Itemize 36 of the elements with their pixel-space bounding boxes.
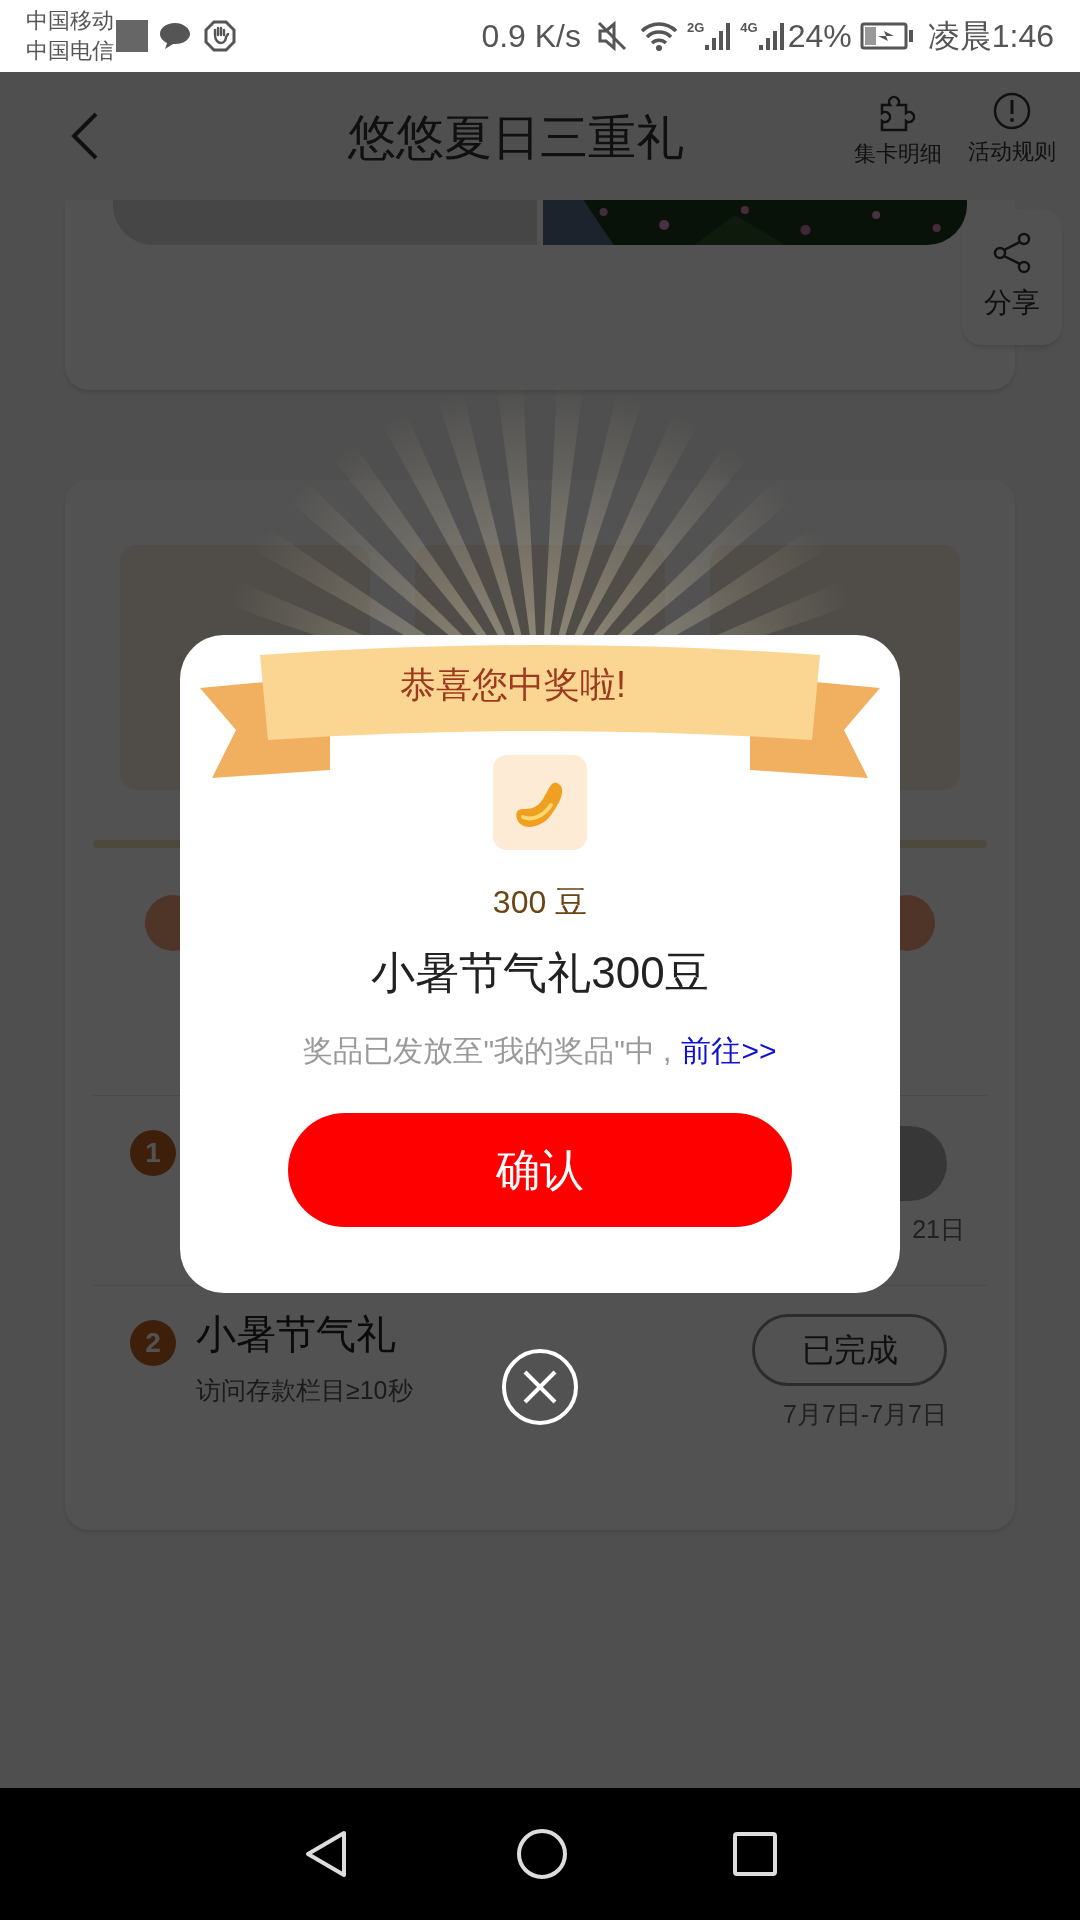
network-speed: 0.9 K/s — [481, 17, 581, 56]
battery-percent: 24% — [787, 17, 852, 56]
carrier-name: 中国电信 — [26, 37, 114, 65]
network-type-label: 2G — [687, 21, 705, 35]
task-title: 小暑节气礼 — [196, 1311, 397, 1358]
close-button[interactable] — [502, 1349, 578, 1425]
battery-charging-icon — [859, 22, 914, 50]
step-number: 1 — [130, 1130, 176, 1176]
step-number: 2 — [130, 1320, 176, 1366]
confirm-button[interactable]: 确认 — [288, 1113, 792, 1227]
header-action-button[interactable]: 活动规则 — [968, 90, 1056, 170]
chat-bubble-icon — [158, 21, 192, 51]
mute-icon — [595, 19, 629, 53]
header-action-button[interactable]: 集卡明细 — [854, 90, 942, 170]
network-type-label: 4G — [740, 21, 758, 35]
prize-name: 小暑节气礼300豆 — [371, 947, 709, 999]
clock-time: 凌晨1:46 — [927, 17, 1054, 56]
exclamation-circle-icon — [992, 90, 1032, 131]
prize-amount: 300 豆 — [492, 883, 588, 922]
wifi-icon — [639, 20, 679, 52]
home-circle-icon[interactable] — [516, 1828, 568, 1880]
share-button[interactable]: 分享 — [962, 210, 1062, 345]
share-icon — [992, 231, 1032, 274]
prize-notice: 奖品已发放至"我的奖品"中 , — [303, 1033, 672, 1069]
task-status-button[interactable]: 已完成 — [752, 1314, 947, 1386]
notification-square-icon — [116, 20, 148, 52]
page-title: 悠悠夏日三重礼 — [348, 110, 684, 166]
signal-bars-icon — [757, 21, 786, 51]
signal-bars-icon — [704, 21, 733, 51]
go-to-prizes-link[interactable]: 前往>> — [681, 1028, 777, 1073]
carrier-name: 中国移动 — [26, 7, 114, 35]
hand-stop-icon — [204, 20, 236, 52]
close-icon — [522, 1369, 558, 1405]
golden-bean-icon — [493, 755, 587, 850]
congratulations-banner-text: 恭喜您中奖啦! — [400, 663, 626, 707]
recent-apps-icon[interactable] — [732, 1831, 778, 1877]
